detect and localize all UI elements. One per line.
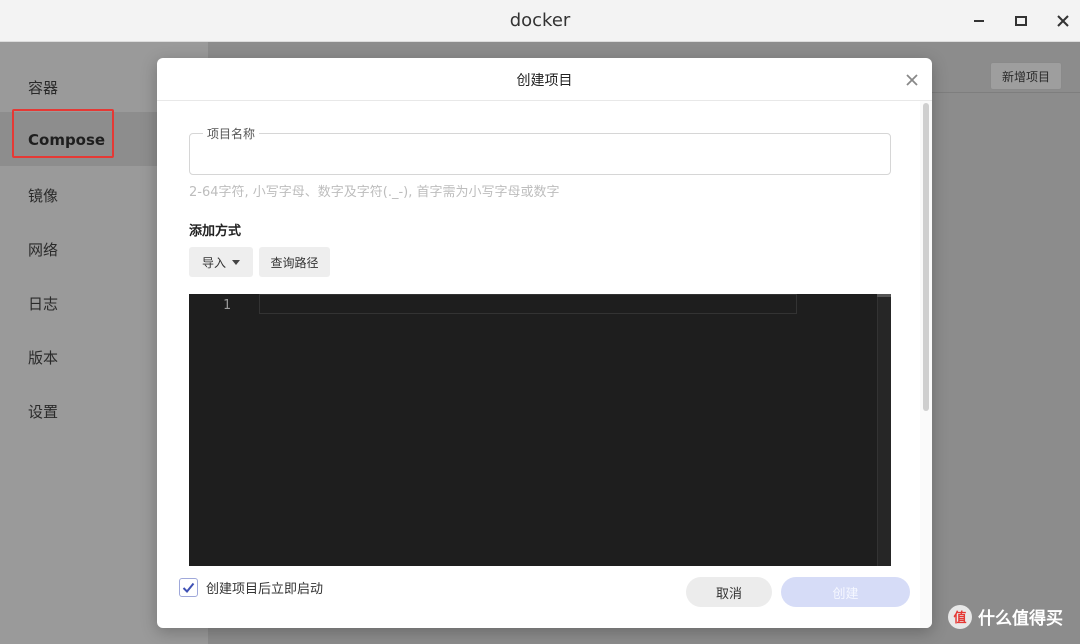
dialog-scrollbar[interactable] (920, 101, 932, 628)
editor-line-number: 1 (223, 298, 231, 313)
watermark: 值 什么值得买 (948, 604, 1063, 629)
import-label: 导入 (201, 255, 226, 270)
create-project-dialog: 创建项目 项目名称 2-64字符, 小写字母、数字及字符(._-), 首字需为小… (157, 58, 932, 628)
create-button[interactable]: 创建 (781, 577, 910, 607)
check-icon (182, 582, 195, 593)
query-path-button[interactable]: 查询路径 (259, 247, 330, 277)
sidebar-item-logs[interactable]: 日志 (28, 293, 58, 314)
cancel-button[interactable]: 取消 (686, 577, 772, 607)
project-name-input[interactable] (190, 134, 890, 174)
new-project-button[interactable]: 新增项目 (990, 62, 1062, 90)
window-close-icon[interactable] (1050, 8, 1076, 34)
dialog-scrollbar-thumb[interactable] (923, 103, 929, 411)
compose-highlight-box (12, 109, 114, 158)
main-divider (930, 92, 1080, 93)
window-title: docker (509, 10, 571, 31)
dialog-title: 创建项目 (516, 73, 573, 89)
editor-current-line[interactable] (259, 294, 797, 314)
autostart-checkbox[interactable] (179, 578, 198, 597)
import-dropdown-button[interactable]: 导入 (189, 247, 253, 277)
editor-scrollbar-thumb[interactable] (877, 294, 891, 297)
autostart-option[interactable]: 创建项目后立即启动 (179, 578, 323, 597)
project-name-field[interactable] (189, 133, 891, 175)
watermark-text: 什么值得买 (978, 609, 1063, 629)
minimize-icon[interactable] (966, 8, 992, 34)
sidebar-item-images[interactable]: 镜像 (28, 185, 58, 206)
sidebar-item-version[interactable]: 版本 (28, 347, 58, 368)
autostart-label: 创建项目后立即启动 (206, 582, 324, 597)
project-name-hint: 2-64字符, 小写字母、数字及字符(._-), 首字需为小写字母或数字 (189, 185, 560, 200)
watermark-logo: 值 (948, 604, 972, 629)
caret-down-icon (232, 255, 240, 269)
compose-code-editor[interactable]: 1 (189, 294, 891, 566)
project-name-label: 项目名称 (203, 125, 260, 142)
close-icon[interactable] (902, 70, 922, 90)
window-titlebar: docker (0, 0, 1080, 42)
editor-scrollbar[interactable] (877, 294, 891, 566)
sidebar-item-containers[interactable]: 容器 (28, 77, 58, 98)
dialog-header: 创建项目 (157, 58, 932, 101)
add-method-label: 添加方式 (189, 224, 242, 239)
sidebar-item-network[interactable]: 网络 (28, 239, 58, 260)
sidebar-item-settings[interactable]: 设置 (28, 401, 58, 422)
maximize-icon[interactable] (1008, 8, 1034, 34)
